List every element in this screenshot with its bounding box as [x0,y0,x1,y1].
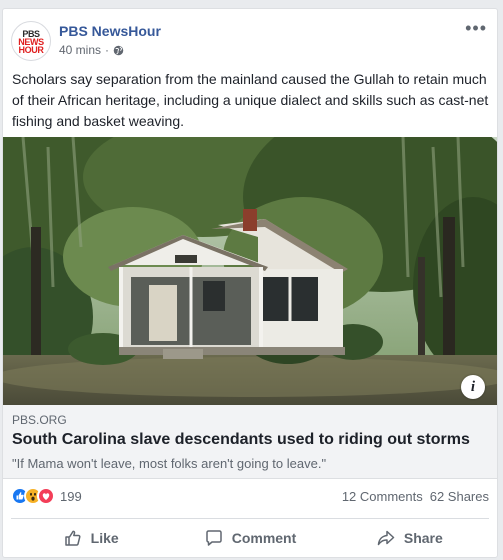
avatar-logo: PBS NEWS HOUR [18,29,44,55]
more-options-button[interactable]: ••• [465,19,487,37]
link-headline[interactable]: South Carolina slave descendants used to… [12,431,470,449]
actions-divider [11,518,489,519]
share-button[interactable]: Share [330,523,489,553]
comment-label: Comment [231,530,297,546]
thumbs-up-icon [64,530,81,546]
post-header: PBS NEWS HOUR PBS NewsHour 40 mins · ••• [11,19,489,63]
post-meta: 40 mins · [59,43,124,57]
shares-count-link[interactable]: 62 Shares [430,489,489,504]
globe-icon[interactable] [113,45,124,56]
link-image[interactable]: i [3,137,497,405]
timestamp-link[interactable]: 40 mins [59,43,101,57]
engagement-stats: 199 12 Comments 62 Shares [11,487,489,507]
post-actions: Like Comment Share [11,523,489,553]
share-label: Share [403,530,443,546]
page-avatar[interactable]: PBS NEWS HOUR [11,21,51,61]
share-icon [377,530,395,546]
link-preview[interactable]: PBS.ORG South Carolina slave descendants… [3,405,497,479]
house-photo [3,137,497,405]
page-name-link[interactable]: PBS NewsHour [59,23,161,39]
info-icon[interactable]: i [461,375,485,399]
post-text: Scholars say separation from the mainlan… [12,71,489,129]
like-label: Like [90,530,119,546]
reactions-summary[interactable]: 199 [11,487,82,505]
meta-separator: · [105,43,110,57]
reaction-count: 199 [60,488,82,504]
link-subtitle: "If Mama won't leave, most folks aren't … [12,456,327,471]
comment-share-counts: 12 Comments 62 Shares [342,489,489,504]
love-reaction-icon [37,487,55,505]
link-domain: PBS.ORG [12,413,67,427]
like-button[interactable]: Like [11,523,170,553]
comments-count-link[interactable]: 12 Comments [342,489,423,504]
comment-button[interactable]: Comment [170,523,329,553]
comment-icon [205,530,222,546]
post-card: PBS NEWS HOUR PBS NewsHour 40 mins · •••… [2,8,498,558]
